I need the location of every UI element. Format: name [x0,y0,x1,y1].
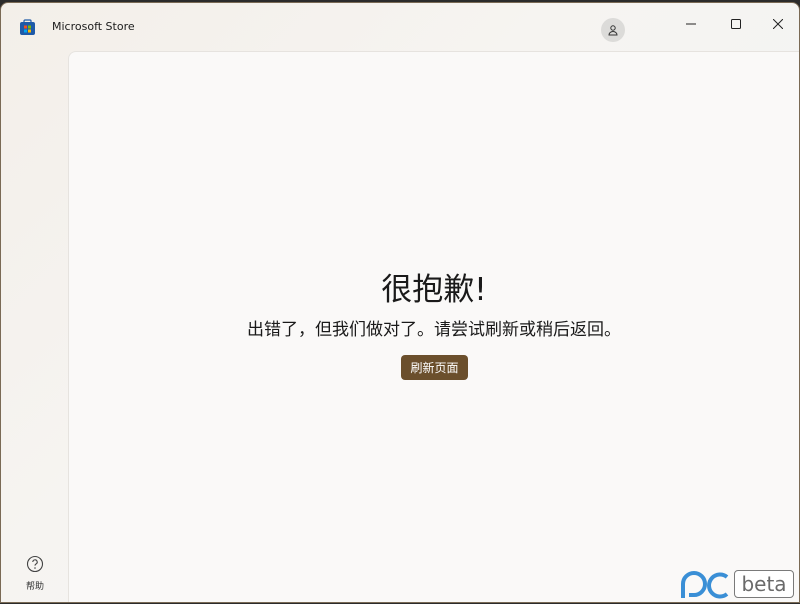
error-title: 很抱歉! [381,272,487,308]
pcbeta-logo [680,570,730,600]
sidebar-item-label: 帮助 [25,582,44,592]
maximize-icon [731,14,741,33]
pcbeta-watermark: beta [680,570,796,600]
title-bar: Microsoft Store [1,3,799,51]
sidebar-item-help[interactable]: 帮助 [15,555,55,592]
error-message: 出错了，但我们做对了。请尝试刷新或稍后返回。 [247,320,621,340]
question-circle-icon [26,555,44,577]
minimize-icon [686,14,696,33]
sidebar: 帮助 [1,51,68,602]
minimize-button[interactable] [671,11,711,35]
person-icon [607,21,619,40]
close-icon [772,14,784,33]
account-button[interactable] [601,18,625,42]
microsoft-store-icon [19,19,36,36]
app-title: Microsoft Store [52,20,135,33]
maximize-button[interactable] [716,11,756,35]
main-content: 很抱歉! 出错了，但我们做对了。请尝试刷新或稍后返回。 刷新页面 [68,51,799,602]
refresh-page-button[interactable]: 刷新页面 [401,355,468,380]
beta-label: beta [734,570,794,598]
app-window: Microsoft Store 帮助 很抱歉! 出错了，但我们做对了。请尝试刷新… [0,2,800,603]
close-button[interactable] [758,11,798,35]
